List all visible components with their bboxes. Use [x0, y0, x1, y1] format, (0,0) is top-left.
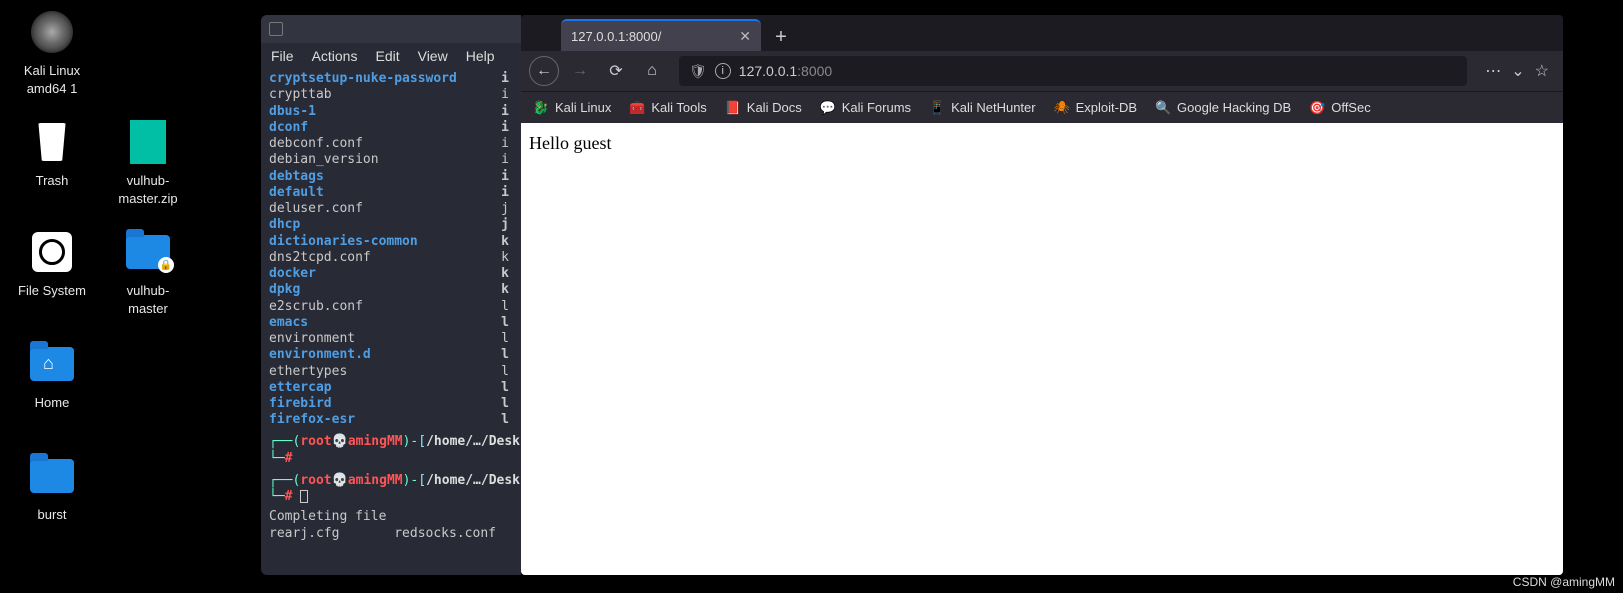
tab-title: 127.0.0.1:8000/ [571, 29, 661, 44]
page-text: Hello guest [529, 133, 612, 153]
icon-label: Home [6, 394, 98, 412]
page-content: Hello guest [521, 123, 1563, 575]
bookmark-kali-tools[interactable]: 🧰Kali Tools [629, 100, 706, 116]
browser-toolbar: ← → ⟳ ⌂ 🛡 i 127.0.0.1:8000 ⋯ ⌄ ☆ [521, 51, 1563, 91]
docs-icon: 📕 [725, 100, 741, 116]
desktop-icon-home[interactable]: ⌂ Home [6, 340, 98, 412]
home-button[interactable]: ⌂ [637, 56, 667, 86]
pocket-icon[interactable]: ⌄ [1511, 61, 1524, 81]
bookmark-star-icon[interactable]: ☆ [1535, 61, 1549, 81]
bookmark-kali-docs[interactable]: 📕Kali Docs [725, 100, 802, 116]
new-tab-button[interactable]: + [767, 23, 795, 51]
back-button[interactable]: ← [529, 56, 559, 86]
icon-label: File System [6, 282, 98, 300]
close-tab-icon[interactable]: ✕ [739, 28, 751, 45]
menu-edit[interactable]: Edit [375, 48, 399, 64]
menu-help[interactable]: Help [466, 48, 495, 64]
spider-icon: 🕷 [1054, 100, 1070, 116]
disc-icon [28, 8, 76, 56]
address-bar[interactable]: 🛡 i 127.0.0.1:8000 [679, 56, 1467, 86]
icon-label: vulhub-master.zip [102, 172, 194, 207]
shield-icon: 🛡 [689, 63, 707, 80]
bookmark-offsec[interactable]: 🎯OffSec [1309, 100, 1371, 116]
nethunter-icon: 📱 [929, 100, 945, 116]
folder-locked-icon: 🔒 [124, 228, 172, 276]
desktop-icon-burst[interactable]: burst [6, 452, 98, 524]
browser-tab[interactable]: 127.0.0.1:8000/ ✕ [561, 19, 761, 51]
terminal-icon [269, 22, 283, 36]
terminal-window[interactable]: File Actions Edit View Help cryptsetup-n… [261, 15, 521, 575]
menu-file[interactable]: File [271, 48, 294, 64]
ghdb-icon: 🔍 [1155, 100, 1171, 116]
folder-icon [28, 452, 76, 500]
terminal-output[interactable]: cryptsetup-nuke-passwordicrypttabidbus-1… [261, 69, 521, 544]
desktop-icon-trash[interactable]: Trash [6, 118, 98, 190]
trash-icon [28, 118, 76, 166]
desktop-icon-filesystem[interactable]: File System [6, 228, 98, 300]
info-icon[interactable]: i [715, 63, 731, 79]
desktop-icon-kali[interactable]: Kali Linuxamd64 1 [6, 8, 98, 97]
menu-view[interactable]: View [418, 48, 448, 64]
bookmark-exploitdb[interactable]: 🕷Exploit-DB [1054, 100, 1137, 116]
icon-label: vulhub-master [102, 282, 194, 317]
drive-icon [28, 228, 76, 276]
ellipsis-icon[interactable]: ⋯ [1485, 61, 1501, 81]
icon-label: Kali Linuxamd64 1 [6, 62, 98, 97]
dragon-icon: 🐉 [533, 100, 549, 116]
terminal-menubar: File Actions Edit View Help [261, 43, 521, 69]
tab-strip: 127.0.0.1:8000/ ✕ + [521, 15, 1563, 51]
menu-actions[interactable]: Actions [312, 48, 358, 64]
archive-icon [124, 118, 172, 166]
forward-button[interactable]: → [565, 56, 595, 86]
tools-icon: 🧰 [629, 100, 645, 116]
bookmarks-bar: 🐉Kali Linux 🧰Kali Tools 📕Kali Docs 💬Kali… [521, 91, 1563, 123]
home-folder-icon: ⌂ [28, 340, 76, 388]
bookmark-ghdb[interactable]: 🔍Google Hacking DB [1155, 100, 1291, 116]
url-text: 127.0.0.1:8000 [739, 63, 832, 79]
reload-button[interactable]: ⟳ [601, 56, 631, 86]
terminal-titlebar[interactable] [261, 15, 521, 43]
browser-window: 127.0.0.1:8000/ ✕ + ← → ⟳ ⌂ 🛡 i 127.0.0.… [521, 15, 1563, 575]
bookmark-nethunter[interactable]: 📱Kali NetHunter [929, 100, 1036, 116]
icon-label: burst [6, 506, 98, 524]
toolbar-icons: ⋯ ⌄ ☆ [1479, 61, 1555, 81]
watermark: CSDN @amingMM [1513, 575, 1615, 589]
desktop-icon-vulhub-master[interactable]: 🔒 vulhub-master [102, 228, 194, 317]
bookmark-kali-linux[interactable]: 🐉Kali Linux [533, 100, 611, 116]
offsec-icon: 🎯 [1309, 100, 1325, 116]
forums-icon: 💬 [820, 100, 836, 116]
desktop-icon-vulhub-zip[interactable]: vulhub-master.zip [102, 118, 194, 207]
icon-label: Trash [6, 172, 98, 190]
bookmark-kali-forums[interactable]: 💬Kali Forums [820, 100, 911, 116]
